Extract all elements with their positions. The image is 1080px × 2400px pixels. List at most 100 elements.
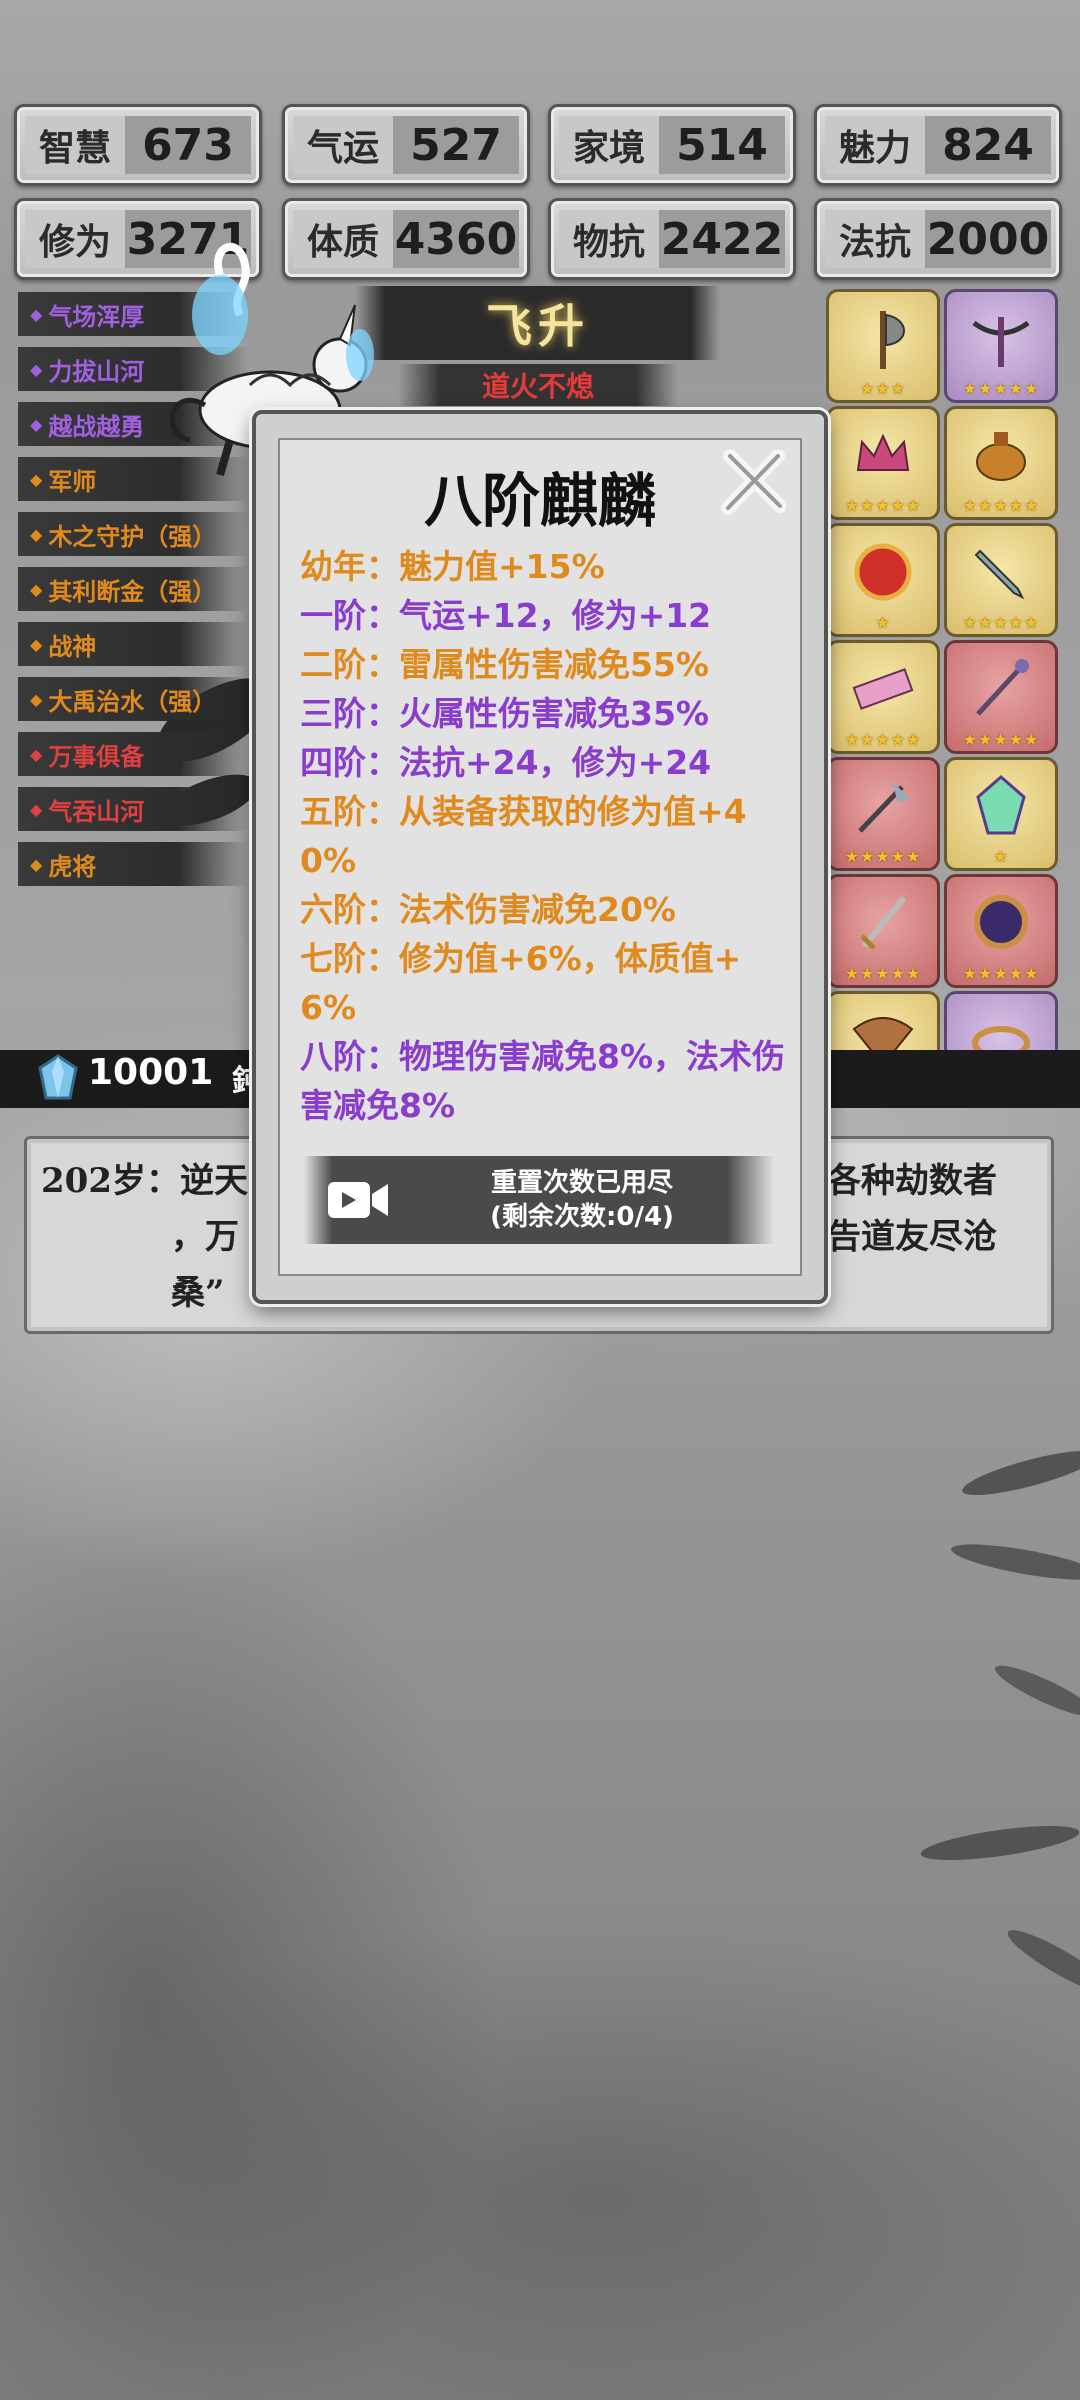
video-camera-icon xyxy=(328,1182,388,1218)
stat-wisdom: 智慧 673 xyxy=(14,104,262,186)
scroll-icon xyxy=(848,654,918,728)
skill-label: 木之守护（强） xyxy=(48,522,217,551)
diamond-bullet-icon: ◆ xyxy=(30,854,43,874)
equipment-slot[interactable]: ★★★★★ xyxy=(826,874,940,988)
skill-label: 越战越勇 xyxy=(48,412,145,441)
halberd-icon xyxy=(848,771,918,845)
skill-tag[interactable]: ◆ 木之守护（强） xyxy=(18,512,248,556)
equipment-slot[interactable]: ★★★★★ xyxy=(826,640,940,754)
skill-tag[interactable]: ◆ 气吞山河 xyxy=(18,787,248,831)
incense-burner-icon xyxy=(966,420,1036,494)
equipment-slot[interactable]: ★ xyxy=(944,757,1058,871)
equipment-slot[interactable]: ★★★★★ xyxy=(826,406,940,520)
equipment-slot[interactable]: ★ xyxy=(826,523,940,637)
skill-label: 军师 xyxy=(48,467,97,496)
ascension-subtitle: 道火不熄 xyxy=(398,364,678,406)
diamond-bullet-icon: ◆ xyxy=(30,414,43,434)
equipment-slot[interactable]: ★★★★★ xyxy=(944,406,1058,520)
stat-value: 2422 xyxy=(659,210,785,268)
equipment-slot[interactable]: ★★★★★ xyxy=(944,523,1058,637)
stat-label: 法抗 xyxy=(825,210,925,268)
star-rating: ★★★★★ xyxy=(844,847,922,866)
equipment-slot[interactable]: ★★★★★ xyxy=(944,874,1058,988)
stat-label: 魅力 xyxy=(825,116,925,174)
log-line: 各种劫数者 xyxy=(827,1161,997,1201)
skill-tag[interactable]: ◆ 其利断金（强） xyxy=(18,567,248,611)
stat-label: 气运 xyxy=(293,116,393,174)
diamond-bullet-icon: ◆ xyxy=(30,744,43,764)
crystal-icon xyxy=(966,771,1036,845)
star-rating: ★★★★★ xyxy=(962,613,1040,632)
star-rating: ★★★★★ xyxy=(844,964,922,983)
log-line: 桑” xyxy=(171,1273,225,1313)
crossbow-icon xyxy=(966,303,1036,377)
stat-value: 673 xyxy=(125,116,251,174)
skill-tag[interactable]: ◆ 战神 xyxy=(18,622,248,666)
equipment-slot[interactable]: ★★★★★ xyxy=(944,289,1058,403)
staff-icon xyxy=(966,654,1036,728)
diamond-bullet-icon: ◆ xyxy=(30,579,43,599)
stat-charm: 魅力 824 xyxy=(814,104,1062,186)
stage-line: 七阶：修为值+6%，体质值+6% xyxy=(300,939,742,1027)
skill-label: 其利断金（强） xyxy=(48,577,217,606)
axe-icon xyxy=(848,303,918,377)
equipment-slot[interactable]: ★★★★★ xyxy=(944,640,1058,754)
skill-tag[interactable]: ◆ 虎将 xyxy=(18,842,248,886)
stat-luck: 气运 527 xyxy=(282,104,530,186)
sword-icon xyxy=(848,888,918,962)
equipment-slot[interactable]: ★★★★★ xyxy=(826,757,940,871)
stage-bonus-list: 幼年：魅力值+15% 一阶：气运+12，修为+12 二阶：雷属性伤害减免55% … xyxy=(300,542,794,1130)
stage-line: 二阶：雷属性伤害减免55% xyxy=(300,645,709,684)
stat-label: 家境 xyxy=(559,116,659,174)
skill-label: 万事俱备 xyxy=(48,742,145,771)
log-line: 告道友尽沧 xyxy=(827,1217,997,1257)
star-rating: ★ xyxy=(875,613,891,632)
equipment-slot[interactable]: ★★★ xyxy=(826,289,940,403)
reset-video-button[interactable]: 重置次数已用尽 (剩余次数:0/4) xyxy=(304,1156,774,1244)
stat-value: 2000 xyxy=(925,210,1051,268)
stat-value: 824 xyxy=(925,116,1051,174)
skill-tag[interactable]: ◆ 万事俱备 xyxy=(18,732,248,776)
skill-tag[interactable]: ◆ 大禹治水（强） xyxy=(18,677,248,721)
close-icon[interactable] xyxy=(720,450,786,516)
star-rating: ★ xyxy=(993,847,1009,866)
skill-label: 战神 xyxy=(48,632,97,661)
stage-line: 一阶：气运+12，修为+12 xyxy=(300,596,712,635)
spirit-stone-icon xyxy=(38,1054,78,1100)
stat-label: 修为 xyxy=(25,210,125,268)
stage-line: 八阶：物理伤害减免8%，法术伤害减免8% xyxy=(300,1037,786,1125)
diamond-bullet-icon: ◆ xyxy=(30,524,43,544)
diamond-bullet-icon: ◆ xyxy=(30,799,43,819)
spirit-stone-count: 10001 xyxy=(88,1052,214,1093)
diamond-bullet-icon: ◆ xyxy=(30,304,43,324)
star-rating: ★★★★★ xyxy=(844,496,922,515)
stage-line: 三阶：火属性伤害减免35% xyxy=(300,694,709,733)
ascension-title[interactable]: 飞升 xyxy=(356,286,720,360)
stat-magic-resist: 法抗 2000 xyxy=(814,198,1062,280)
stage-line: 五阶：从装备获取的修为值+40% xyxy=(300,792,747,880)
red-orb-icon xyxy=(848,537,918,611)
reset-remaining: (剩余次数:0/4) xyxy=(490,1202,674,1232)
reset-status: 重置次数已用尽 xyxy=(490,1168,673,1198)
stat-physical-resist: 物抗 2422 xyxy=(548,198,796,280)
crown-icon xyxy=(848,420,918,494)
star-rating: ★★★★★ xyxy=(844,730,922,749)
skill-label: 气场浑厚 xyxy=(48,302,145,331)
skill-label: 力拔山河 xyxy=(48,357,145,386)
diamond-bullet-icon: ◆ xyxy=(30,359,43,379)
diamond-bullet-icon: ◆ xyxy=(30,634,43,654)
diamond-bullet-icon: ◆ xyxy=(30,469,43,489)
dagger-icon xyxy=(966,537,1036,611)
stat-value: 4360 xyxy=(393,210,519,268)
stat-family: 家境 514 xyxy=(548,104,796,186)
log-line: ，万 xyxy=(171,1217,239,1257)
skill-label: 虎将 xyxy=(48,852,97,881)
star-rating: ★★★★★ xyxy=(962,730,1040,749)
skill-label: 大禹治水（强） xyxy=(48,687,217,716)
stat-value: 527 xyxy=(393,116,519,174)
stat-value: 514 xyxy=(659,116,785,174)
mirror-icon xyxy=(966,888,1036,962)
reset-label: 重置次数已用尽 (剩余次数:0/4) xyxy=(390,1166,774,1234)
qilin-detail-modal: 八阶麒麟 幼年：魅力值+15% 一阶：气运+12，修为+12 二阶：雷属性伤害减… xyxy=(252,410,828,1304)
skill-label: 气吞山河 xyxy=(48,797,145,826)
